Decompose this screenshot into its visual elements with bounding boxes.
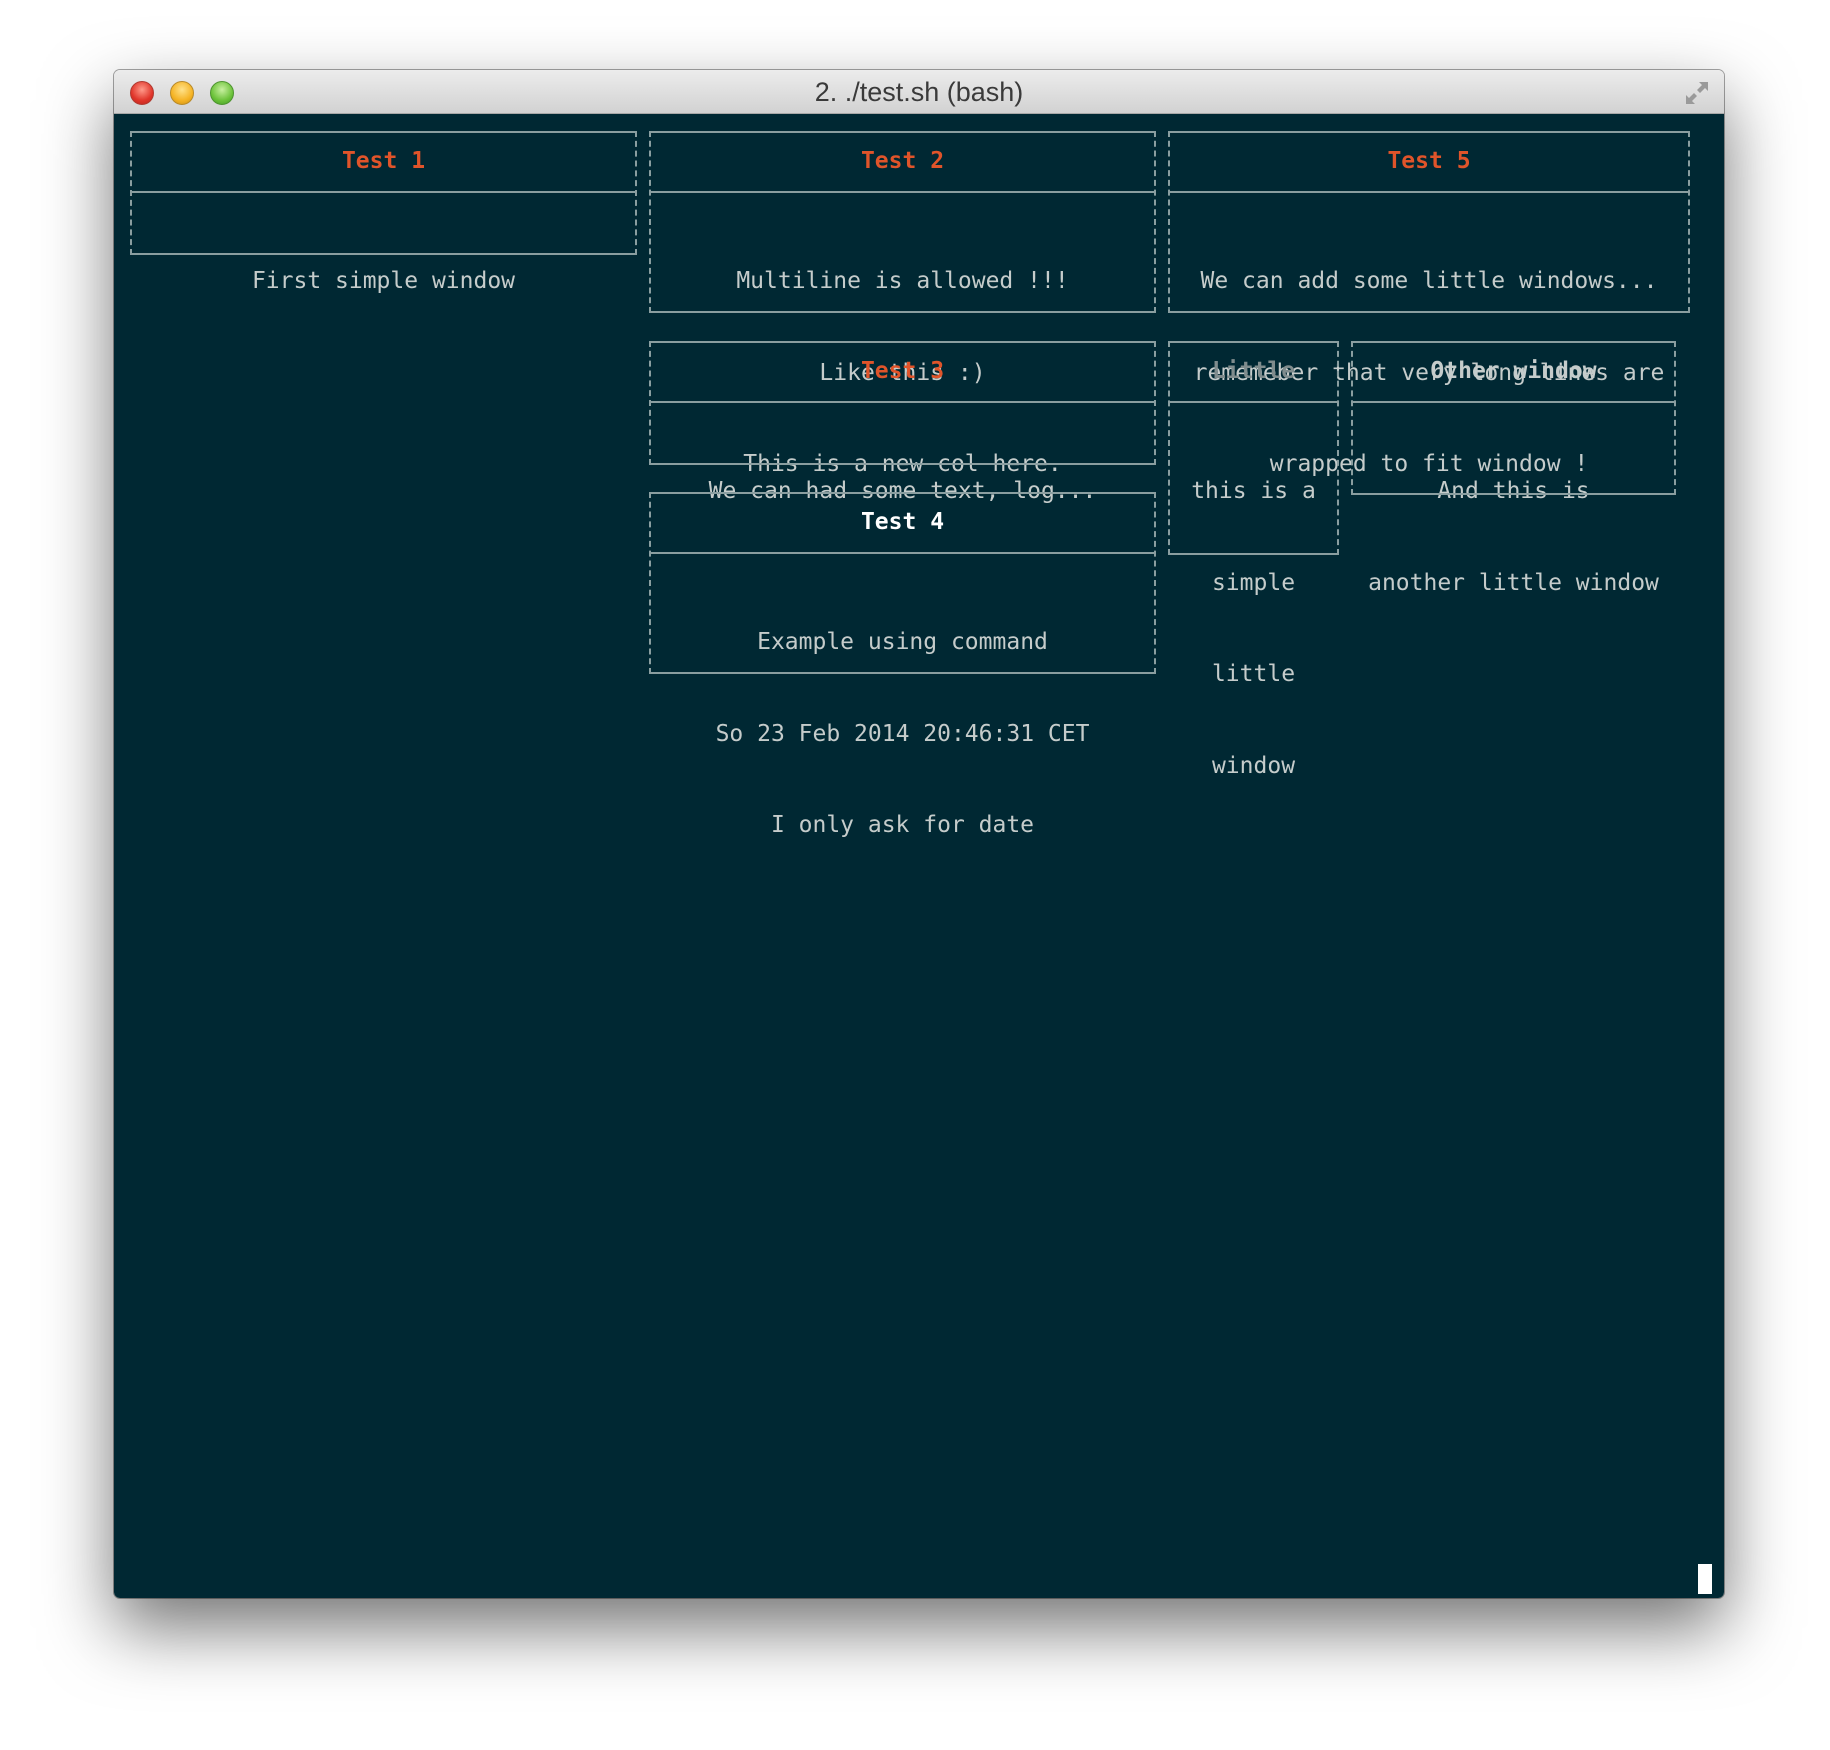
body-line: window bbox=[1211, 752, 1296, 779]
body-line: We can add some little windows... bbox=[1200, 268, 1658, 294]
body-line: simple bbox=[1211, 569, 1296, 596]
body-line: First simple window bbox=[251, 268, 516, 294]
body-line: Multiline is allowed !!! bbox=[736, 268, 1069, 294]
window-other: Other window And this is another little … bbox=[1351, 341, 1676, 596]
body-line: little bbox=[1211, 661, 1296, 687]
box-title: Test 4 bbox=[860, 509, 945, 535]
terminal-window: 2. ./test.sh (bash) Test 1 First simple … bbox=[114, 70, 1724, 1598]
window-test-5: Test 5 We can add some little windows...… bbox=[1168, 131, 1690, 477]
fullscreen-icon[interactable] bbox=[1684, 80, 1710, 106]
box-body: And this is another little window bbox=[1353, 415, 1674, 659]
box-body: this is a simple little window bbox=[1170, 415, 1337, 842]
window-little: Little this is a simple little window bbox=[1168, 341, 1339, 779]
box-body: Example using command So 23 Feb 2014 20:… bbox=[651, 566, 1154, 902]
box-title: Little bbox=[1211, 358, 1296, 384]
body-line: And this is bbox=[1437, 478, 1590, 504]
window-test-3: Test 3 We can had some text, log... bbox=[649, 341, 1156, 504]
box-title: Test 1 bbox=[341, 148, 426, 174]
body-line: So 23 Feb 2014 20:46:31 CET bbox=[715, 720, 1090, 747]
window-test-1: Test 1 First simple window bbox=[130, 131, 637, 294]
terminal-content[interactable]: Test 1 First simple window Test 2 Multil… bbox=[114, 114, 1724, 1598]
box-title: Test 2 bbox=[860, 148, 945, 174]
body-line: this is a bbox=[1191, 478, 1316, 504]
box-title: Test 5 bbox=[1387, 148, 1471, 174]
box-title: Test 3 bbox=[860, 358, 945, 384]
box-title: Other window bbox=[1430, 358, 1597, 384]
window-title: 2. ./test.sh (bash) bbox=[814, 77, 1024, 107]
window-test-4: Test 4 Example using command So 23 Feb 2… bbox=[649, 492, 1156, 838]
body-line: Example using command bbox=[757, 629, 1048, 655]
body-line: I only ask for date bbox=[770, 812, 1035, 838]
window-test-2: Test 2 Multiline is allowed !!! Like thi… bbox=[649, 131, 1156, 477]
box-body: First simple window bbox=[132, 205, 635, 358]
body-line: another little window bbox=[1368, 569, 1659, 596]
title-bar[interactable]: 2. ./test.sh (bash) bbox=[114, 70, 1724, 114]
terminal-cursor bbox=[1698, 1564, 1712, 1594]
